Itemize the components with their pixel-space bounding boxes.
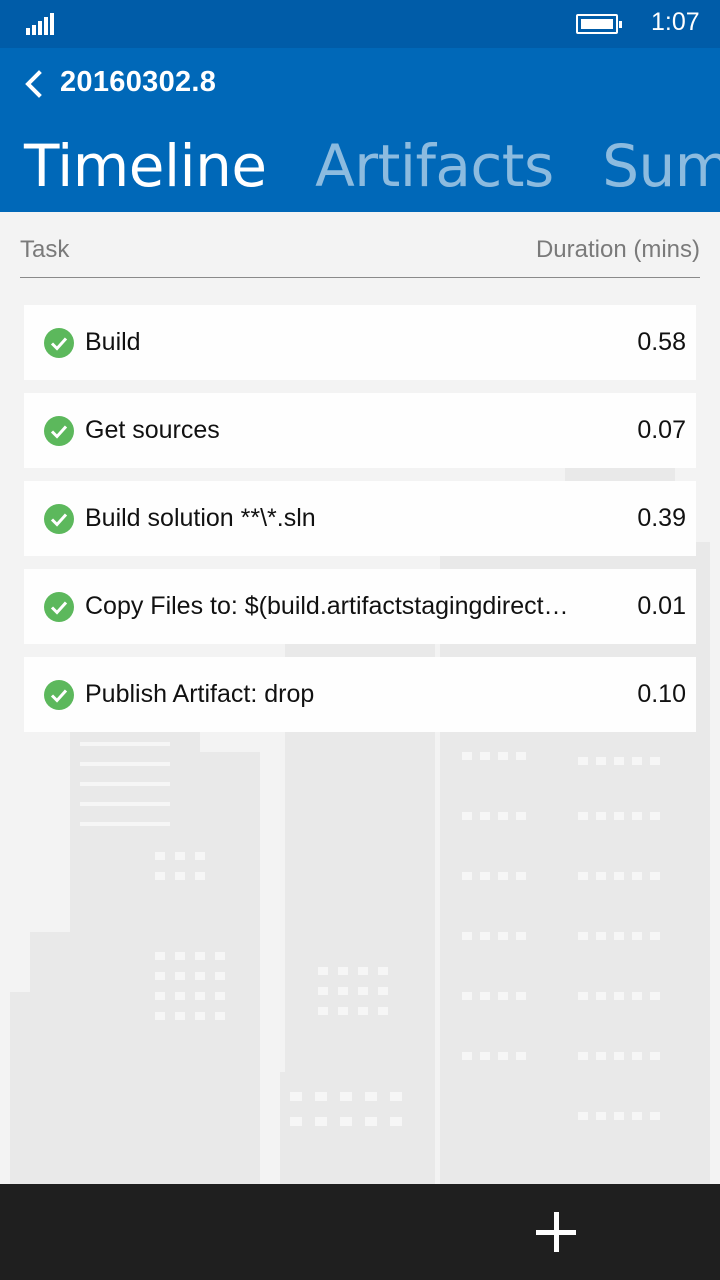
task-row[interactable]: Get sources 0.07 xyxy=(24,393,696,468)
back-button[interactable] xyxy=(16,66,52,102)
plus-icon[interactable] xyxy=(530,1206,582,1258)
task-name: Get sources xyxy=(85,416,220,444)
task-name: Copy Files to: $(build.artifactstagingdi… xyxy=(85,592,569,620)
task-duration: 0.07 xyxy=(637,416,686,444)
task-row[interactable]: Publish Artifact: drop 0.10 xyxy=(24,657,696,732)
task-duration: 0.58 xyxy=(637,328,686,356)
task-duration: 0.39 xyxy=(637,504,686,532)
task-list: Build 0.58 Get sources 0.07 Build soluti… xyxy=(24,305,696,745)
tab-summary[interactable]: Summa xyxy=(602,132,720,200)
tab-timeline[interactable]: Timeline xyxy=(24,132,267,200)
task-duration: 0.01 xyxy=(637,592,686,620)
check-circle-icon xyxy=(44,416,74,446)
task-row[interactable]: Copy Files to: $(build.artifactstagingdi… xyxy=(24,569,696,644)
task-duration: 0.10 xyxy=(637,680,686,708)
task-name: Publish Artifact: drop xyxy=(85,680,315,708)
status-bar: 1:07 xyxy=(0,0,720,48)
task-row[interactable]: Build solution **\*.sln 0.39 xyxy=(24,481,696,556)
status-time: 1:07 xyxy=(651,8,700,36)
check-circle-icon xyxy=(44,680,74,710)
check-circle-icon xyxy=(44,504,74,534)
pivot-tabs: Timeline Artifacts Summa xyxy=(24,132,720,200)
check-circle-icon xyxy=(44,592,74,622)
header: 20160302.8 Timeline Artifacts Summa xyxy=(0,48,720,212)
check-circle-icon xyxy=(44,328,74,358)
chevron-left-icon xyxy=(25,70,42,98)
build-title: 20160302.8 xyxy=(60,66,217,98)
column-task: Task xyxy=(20,236,70,263)
task-name: Build xyxy=(85,328,141,356)
table-header: Task Duration (mins) xyxy=(20,236,700,278)
task-name: Build solution **\*.sln xyxy=(85,504,316,532)
signal-strength-icon xyxy=(26,13,56,35)
tab-artifacts[interactable]: Artifacts xyxy=(315,132,554,200)
app-bar xyxy=(0,1184,720,1280)
battery-full-icon xyxy=(576,14,622,34)
column-duration: Duration (mins) xyxy=(535,236,700,263)
task-row[interactable]: Build 0.58 xyxy=(24,305,696,380)
timeline-panel: Task Duration (mins) Build 0.58 Get sour… xyxy=(0,212,720,1184)
